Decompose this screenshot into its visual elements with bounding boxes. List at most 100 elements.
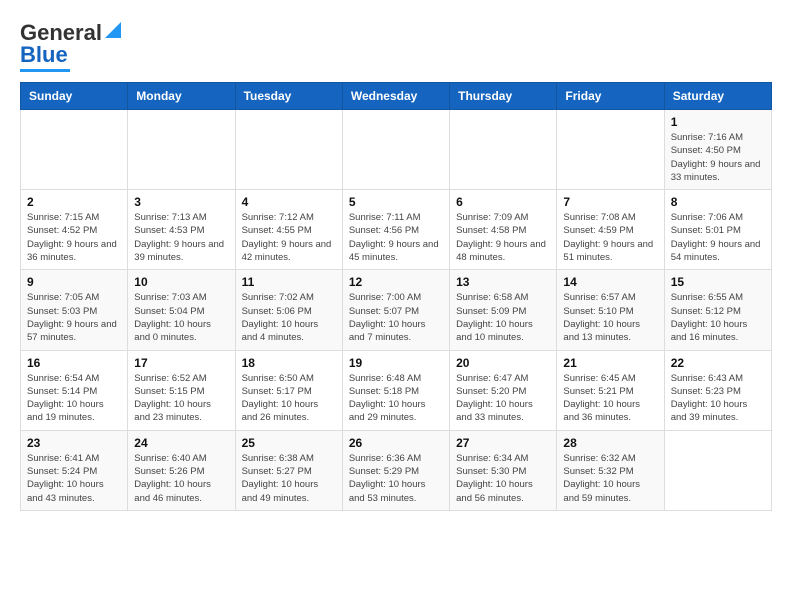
day-cell: 12Sunrise: 7:00 AM Sunset: 5:07 PM Dayli… bbox=[342, 270, 449, 350]
logo-arrow-icon bbox=[105, 22, 121, 43]
day-info: Sunrise: 6:38 AM Sunset: 5:27 PM Dayligh… bbox=[242, 452, 336, 505]
day-info: Sunrise: 6:47 AM Sunset: 5:20 PM Dayligh… bbox=[456, 372, 550, 425]
day-info: Sunrise: 6:50 AM Sunset: 5:17 PM Dayligh… bbox=[242, 372, 336, 425]
week-row-2: 2 Sunrise: 7:15 AM Sunset: 4:52 PM Daylig… bbox=[21, 190, 772, 270]
day-cell: 20 Sunrise: 6:47 AM Sunset: 5:20 PM Dayli… bbox=[450, 350, 557, 430]
day-info: Sunrise: 6:55 AM Sunset: 5:12 PM Dayligh… bbox=[671, 291, 765, 344]
day-info: Sunrise: 6:57 AM Sunset: 5:10 PM Dayligh… bbox=[563, 291, 657, 344]
day-cell: 3Sunrise: 7:13 AM Sunset: 4:53 PM Daylig… bbox=[128, 190, 235, 270]
day-cell: 26 Sunrise: 6:36 AM Sunset: 5:29 PM Dayli… bbox=[342, 430, 449, 510]
day-number: 23 bbox=[27, 436, 121, 450]
day-number: 27 bbox=[456, 436, 550, 450]
day-cell: 14 Sunrise: 6:57 AM Sunset: 5:10 PM Dayli… bbox=[557, 270, 664, 350]
day-cell: 4 Sunrise: 7:12 AM Sunset: 4:55 PM Daylig… bbox=[235, 190, 342, 270]
page-header: General Blue bbox=[20, 20, 772, 72]
day-cell: 15Sunrise: 6:55 AM Sunset: 5:12 PM Dayli… bbox=[664, 270, 771, 350]
day-number: 7 bbox=[563, 195, 657, 209]
day-cell: 27 Sunrise: 6:34 AM Sunset: 5:30 PM Dayli… bbox=[450, 430, 557, 510]
day-cell bbox=[235, 110, 342, 190]
header-cell-tuesday: Tuesday bbox=[235, 83, 342, 110]
header-cell-saturday: Saturday bbox=[664, 83, 771, 110]
logo: General Blue bbox=[20, 20, 121, 72]
day-number: 1 bbox=[671, 115, 765, 129]
day-cell bbox=[21, 110, 128, 190]
day-number: 10 bbox=[134, 275, 228, 289]
day-number: 18 bbox=[242, 356, 336, 370]
day-info: Sunrise: 7:02 AM Sunset: 5:06 PM Dayligh… bbox=[242, 291, 336, 344]
week-row-1: 1 Sunrise: 7:16 AM Sunset: 4:50 PM Daylig… bbox=[21, 110, 772, 190]
day-info: Sunrise: 6:36 AM Sunset: 5:29 PM Dayligh… bbox=[349, 452, 443, 505]
day-info: Sunrise: 6:43 AM Sunset: 5:23 PM Dayligh… bbox=[671, 372, 765, 425]
day-info: Sunrise: 6:34 AM Sunset: 5:30 PM Dayligh… bbox=[456, 452, 550, 505]
day-cell: 25 Sunrise: 6:38 AM Sunset: 5:27 PM Dayli… bbox=[235, 430, 342, 510]
day-number: 25 bbox=[242, 436, 336, 450]
week-row-4: 16 Sunrise: 6:54 AM Sunset: 5:14 PM Dayli… bbox=[21, 350, 772, 430]
header-cell-friday: Friday bbox=[557, 83, 664, 110]
day-cell: 1 Sunrise: 7:16 AM Sunset: 4:50 PM Daylig… bbox=[664, 110, 771, 190]
day-number: 20 bbox=[456, 356, 550, 370]
day-info: Sunrise: 6:58 AM Sunset: 5:09 PM Dayligh… bbox=[456, 291, 550, 344]
calendar-body: 1 Sunrise: 7:16 AM Sunset: 4:50 PM Daylig… bbox=[21, 110, 772, 511]
header-cell-thursday: Thursday bbox=[450, 83, 557, 110]
day-info: Sunrise: 7:09 AM Sunset: 4:58 PM Dayligh… bbox=[456, 211, 550, 264]
day-cell bbox=[664, 430, 771, 510]
week-row-3: 9 Sunrise: 7:05 AM Sunset: 5:03 PM Daylig… bbox=[21, 270, 772, 350]
day-number: 17 bbox=[134, 356, 228, 370]
day-cell bbox=[557, 110, 664, 190]
day-number: 16 bbox=[27, 356, 121, 370]
day-number: 4 bbox=[242, 195, 336, 209]
day-number: 8 bbox=[671, 195, 765, 209]
header-cell-wednesday: Wednesday bbox=[342, 83, 449, 110]
day-number: 6 bbox=[456, 195, 550, 209]
day-number: 22 bbox=[671, 356, 765, 370]
day-info: Sunrise: 7:05 AM Sunset: 5:03 PM Dayligh… bbox=[27, 291, 121, 344]
header-cell-sunday: Sunday bbox=[21, 83, 128, 110]
day-cell: 18 Sunrise: 6:50 AM Sunset: 5:17 PM Dayli… bbox=[235, 350, 342, 430]
logo-underline bbox=[20, 69, 70, 72]
day-info: Sunrise: 6:32 AM Sunset: 5:32 PM Dayligh… bbox=[563, 452, 657, 505]
logo-blue-text: Blue bbox=[20, 42, 68, 68]
day-number: 26 bbox=[349, 436, 443, 450]
week-row-5: 23 Sunrise: 6:41 AM Sunset: 5:24 PM Dayli… bbox=[21, 430, 772, 510]
day-cell: 9 Sunrise: 7:05 AM Sunset: 5:03 PM Daylig… bbox=[21, 270, 128, 350]
day-number: 5 bbox=[349, 195, 443, 209]
day-cell: 13Sunrise: 6:58 AM Sunset: 5:09 PM Dayli… bbox=[450, 270, 557, 350]
day-number: 12 bbox=[349, 275, 443, 289]
day-cell bbox=[342, 110, 449, 190]
day-cell bbox=[128, 110, 235, 190]
day-info: Sunrise: 6:41 AM Sunset: 5:24 PM Dayligh… bbox=[27, 452, 121, 505]
day-number: 28 bbox=[563, 436, 657, 450]
day-info: Sunrise: 7:06 AM Sunset: 5:01 PM Dayligh… bbox=[671, 211, 765, 264]
day-cell bbox=[450, 110, 557, 190]
calendar-table: SundayMondayTuesdayWednesdayThursdayFrid… bbox=[20, 82, 772, 511]
day-cell: 21Sunrise: 6:45 AM Sunset: 5:21 PM Dayli… bbox=[557, 350, 664, 430]
day-cell: 8 Sunrise: 7:06 AM Sunset: 5:01 PM Daylig… bbox=[664, 190, 771, 270]
day-cell: 6 Sunrise: 7:09 AM Sunset: 4:58 PM Daylig… bbox=[450, 190, 557, 270]
day-cell: 16 Sunrise: 6:54 AM Sunset: 5:14 PM Dayli… bbox=[21, 350, 128, 430]
day-info: Sunrise: 6:40 AM Sunset: 5:26 PM Dayligh… bbox=[134, 452, 228, 505]
day-cell: 28 Sunrise: 6:32 AM Sunset: 5:32 PM Dayli… bbox=[557, 430, 664, 510]
day-info: Sunrise: 7:15 AM Sunset: 4:52 PM Dayligh… bbox=[27, 211, 121, 264]
day-cell: 22 Sunrise: 6:43 AM Sunset: 5:23 PM Dayli… bbox=[664, 350, 771, 430]
day-info: Sunrise: 6:45 AM Sunset: 5:21 PM Dayligh… bbox=[563, 372, 657, 425]
day-info: Sunrise: 7:08 AM Sunset: 4:59 PM Dayligh… bbox=[563, 211, 657, 264]
day-number: 2 bbox=[27, 195, 121, 209]
calendar-header: SundayMondayTuesdayWednesdayThursdayFrid… bbox=[21, 83, 772, 110]
day-info: Sunrise: 7:12 AM Sunset: 4:55 PM Dayligh… bbox=[242, 211, 336, 264]
day-info: Sunrise: 7:16 AM Sunset: 4:50 PM Dayligh… bbox=[671, 131, 765, 184]
day-info: Sunrise: 6:52 AM Sunset: 5:15 PM Dayligh… bbox=[134, 372, 228, 425]
day-cell: 23 Sunrise: 6:41 AM Sunset: 5:24 PM Dayli… bbox=[21, 430, 128, 510]
header-cell-monday: Monday bbox=[128, 83, 235, 110]
day-info: Sunrise: 6:54 AM Sunset: 5:14 PM Dayligh… bbox=[27, 372, 121, 425]
day-number: 9 bbox=[27, 275, 121, 289]
day-cell: 5Sunrise: 7:11 AM Sunset: 4:56 PM Daylig… bbox=[342, 190, 449, 270]
day-cell: 10 Sunrise: 7:03 AM Sunset: 5:04 PM Dayli… bbox=[128, 270, 235, 350]
day-cell: 24 Sunrise: 6:40 AM Sunset: 5:26 PM Dayli… bbox=[128, 430, 235, 510]
day-number: 19 bbox=[349, 356, 443, 370]
day-info: Sunrise: 7:03 AM Sunset: 5:04 PM Dayligh… bbox=[134, 291, 228, 344]
day-cell: 17 Sunrise: 6:52 AM Sunset: 5:15 PM Dayli… bbox=[128, 350, 235, 430]
day-number: 14 bbox=[563, 275, 657, 289]
day-number: 24 bbox=[134, 436, 228, 450]
day-cell: 7 Sunrise: 7:08 AM Sunset: 4:59 PM Daylig… bbox=[557, 190, 664, 270]
day-number: 3 bbox=[134, 195, 228, 209]
